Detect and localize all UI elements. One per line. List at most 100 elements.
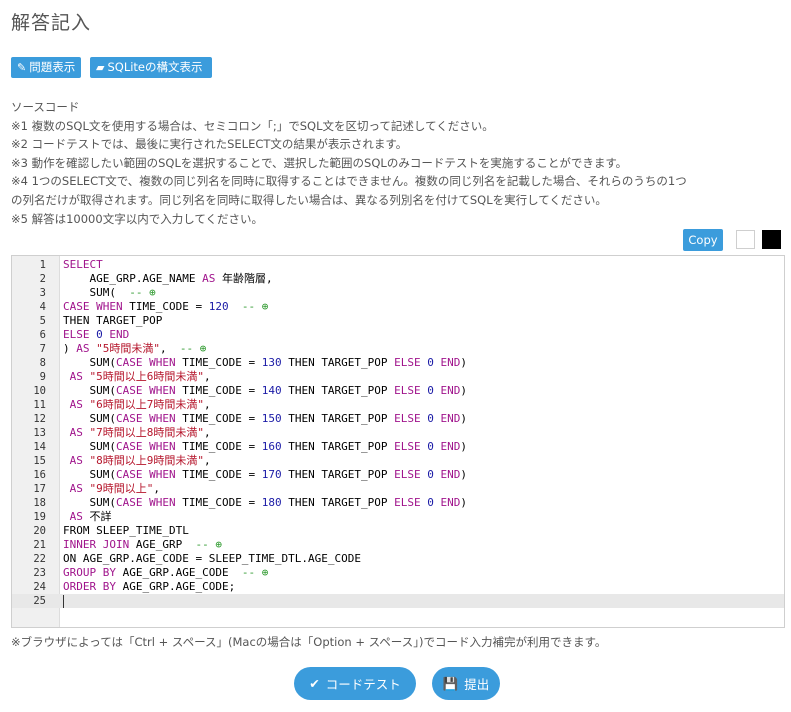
code-text[interactable]: AS 不詳 bbox=[63, 510, 112, 524]
code-text[interactable]: SUM(CASE WHEN TIME_CODE = 130 THEN TARGE… bbox=[63, 356, 467, 370]
code-line[interactable]: 5 THEN TARGET_POP bbox=[12, 314, 784, 328]
line-number: 14 bbox=[33, 441, 46, 453]
code-line[interactable]: 4 CASE WHEN TIME_CODE = 120 -- ⊕ bbox=[12, 300, 784, 314]
line-number: 24 bbox=[33, 581, 46, 593]
line-number: 17 bbox=[33, 483, 46, 495]
code-line[interactable]: 16 SUM(CASE WHEN TIME_CODE = 170 THEN TA… bbox=[12, 468, 784, 482]
line-number: 21 bbox=[33, 539, 46, 551]
line-number: 18 bbox=[33, 497, 46, 509]
source-notes: ソースコード ※1 複数のSQL文を使用する場合は、セミコロン「;」でSQL文を… bbox=[11, 98, 781, 228]
line-number: 4 bbox=[39, 301, 46, 313]
code-editor[interactable]: 1 SELECT 2 AGE_GRP.AGE_NAME AS 年齢階層, 3 SUM(… bbox=[11, 255, 785, 628]
code-text[interactable]: INNER JOIN AGE_GRP -- ⊕ bbox=[63, 538, 222, 552]
line-number: 9 bbox=[39, 371, 46, 383]
light-theme-swatch[interactable] bbox=[736, 230, 755, 249]
pencil-icon: ✎ bbox=[17, 61, 27, 74]
code-text[interactable]: SUM(CASE WHEN TIME_CODE = 160 THEN TARGE… bbox=[63, 440, 467, 454]
code-line[interactable]: 10 SUM(CASE WHEN TIME_CODE = 140 THEN TA… bbox=[12, 384, 784, 398]
line-number: 8 bbox=[39, 357, 46, 369]
code-text[interactable]: SUM(CASE WHEN TIME_CODE = 180 THEN TARGE… bbox=[63, 496, 467, 510]
note-item: ※3 動作を確認したい範囲のSQLを選択することで、選択した範囲のSQLのみコー… bbox=[11, 155, 628, 170]
show-problem-button[interactable]: ✎ 問題表示 bbox=[11, 57, 81, 78]
save-icon: 💾 bbox=[442, 675, 459, 691]
code-line[interactable]: 20 FROM SLEEP_TIME_DTL bbox=[12, 524, 784, 538]
line-number: 20 bbox=[33, 525, 46, 537]
line-number: 1 bbox=[39, 259, 46, 271]
line-number: 25 bbox=[33, 595, 46, 607]
code-text[interactable]: GROUP BY AGE_GRP.AGE_CODE -- ⊕ bbox=[63, 566, 268, 580]
notes-heading: ソースコード bbox=[11, 100, 80, 114]
copy-button[interactable]: Copy bbox=[683, 229, 723, 251]
code-line[interactable]: 3 SUM( -- ⊕ bbox=[12, 286, 784, 300]
code-lines[interactable]: 1 SELECT 2 AGE_GRP.AGE_NAME AS 年齢階層, 3 SUM(… bbox=[12, 258, 784, 608]
line-number: 13 bbox=[33, 427, 46, 439]
line-number: 7 bbox=[39, 343, 46, 355]
note-item: ※1 複数のSQL文を使用する場合は、セミコロン「;」でSQL文を区切って記述し… bbox=[11, 118, 494, 133]
code-text[interactable]: SUM(CASE WHEN TIME_CODE = 170 THEN TARGE… bbox=[63, 468, 467, 482]
code-line[interactable]: 11 AS "6時間以上7時間未満", bbox=[12, 398, 784, 412]
code-text[interactable]: ON AGE_GRP.AGE_CODE = SLEEP_TIME_DTL.AGE… bbox=[63, 552, 361, 566]
code-text[interactable]: FROM SLEEP_TIME_DTL bbox=[63, 524, 189, 538]
book-icon: ▰ bbox=[96, 61, 105, 74]
line-number: 12 bbox=[33, 413, 46, 425]
code-line[interactable]: 23 GROUP BY AGE_GRP.AGE_CODE -- ⊕ bbox=[12, 566, 784, 580]
code-line[interactable]: 9 AS "5時間以上6時間未満", bbox=[12, 370, 784, 384]
code-text[interactable]: AS "7時間以上8時間未満", bbox=[63, 426, 211, 440]
code-line[interactable]: 15 AS "8時間以上9時間未満", bbox=[12, 454, 784, 468]
note-item: ※5 解答は10000文字以内で入力してください。 bbox=[11, 211, 263, 226]
show-syntax-label: SQLiteの構文表示 bbox=[107, 60, 203, 74]
code-text[interactable]: CASE WHEN TIME_CODE = 120 -- ⊕ bbox=[63, 300, 268, 314]
code-line[interactable]: 2 AGE_GRP.AGE_NAME AS 年齢階層, bbox=[12, 272, 784, 286]
code-line[interactable]: 13 AS "7時間以上8時間未満", bbox=[12, 426, 784, 440]
code-line[interactable]: 19 AS 不詳 bbox=[12, 510, 784, 524]
code-line[interactable]: 22 ON AGE_GRP.AGE_CODE = SLEEP_TIME_DTL.A… bbox=[12, 552, 784, 566]
line-number: 5 bbox=[39, 315, 46, 327]
code-text[interactable]: AS "6時間以上7時間未満", bbox=[63, 398, 211, 412]
line-number: 6 bbox=[39, 329, 46, 341]
dark-theme-swatch[interactable] bbox=[762, 230, 781, 249]
note-item: ※4 1つのSELECT文で、複数の同じ列名を同時に取得することはできません。複… bbox=[11, 174, 687, 189]
show-syntax-button[interactable]: ▰ SQLiteの構文表示 bbox=[90, 57, 212, 78]
code-text[interactable]: ORDER BY AGE_GRP.AGE_CODE; bbox=[63, 580, 235, 594]
code-test-button[interactable]: ✔ コードテスト bbox=[294, 667, 416, 700]
code-text[interactable]: SUM(CASE WHEN TIME_CODE = 150 THEN TARGE… bbox=[63, 412, 467, 426]
code-line[interactable]: 17 AS "9時間以上", bbox=[12, 482, 784, 496]
line-number: 16 bbox=[33, 469, 46, 481]
code-text[interactable]: AGE_GRP.AGE_NAME AS 年齢階層, bbox=[63, 272, 272, 286]
line-number: 10 bbox=[33, 385, 46, 397]
code-line[interactable]: 12 SUM(CASE WHEN TIME_CODE = 150 THEN TA… bbox=[12, 412, 784, 426]
code-text[interactable]: SELECT bbox=[63, 258, 103, 272]
code-line[interactable]: 6 ELSE 0 END bbox=[12, 328, 784, 342]
code-text[interactable] bbox=[63, 594, 64, 608]
code-line[interactable]: 24 ORDER BY AGE_GRP.AGE_CODE; bbox=[12, 580, 784, 594]
line-number: 15 bbox=[33, 455, 46, 467]
line-number: 19 bbox=[33, 511, 46, 523]
code-text[interactable]: SUM(CASE WHEN TIME_CODE = 140 THEN TARGE… bbox=[63, 384, 467, 398]
submit-label: 提出 bbox=[464, 677, 490, 692]
code-text[interactable]: ELSE 0 END bbox=[63, 328, 129, 342]
note-item: の列名だけが取得されます。同じ列名を同時に取得したい場合は、異なる列別名を付けて… bbox=[11, 192, 607, 207]
line-number: 23 bbox=[33, 567, 46, 579]
text-cursor bbox=[63, 594, 64, 608]
code-text[interactable]: THEN TARGET_POP bbox=[63, 314, 162, 328]
note-item: ※2 コードテストでは、最後に実行されたSELECT文の結果が表示されます。 bbox=[11, 137, 408, 152]
code-text[interactable]: SUM( -- ⊕ bbox=[63, 286, 155, 300]
code-text[interactable]: AS "8時間以上9時間未満", bbox=[63, 454, 211, 468]
code-line[interactable]: 14 SUM(CASE WHEN TIME_CODE = 160 THEN TA… bbox=[12, 440, 784, 454]
code-line[interactable]: 25 bbox=[12, 594, 784, 608]
code-line[interactable]: 21 INNER JOIN AGE_GRP -- ⊕ bbox=[12, 538, 784, 552]
code-line[interactable]: 8 SUM(CASE WHEN TIME_CODE = 130 THEN TAR… bbox=[12, 356, 784, 370]
code-test-label: コードテスト bbox=[325, 677, 401, 692]
code-line[interactable]: 1 SELECT bbox=[12, 258, 784, 272]
code-text[interactable]: ) AS "5時間未満", -- ⊕ bbox=[63, 342, 206, 356]
line-number: 11 bbox=[33, 399, 46, 411]
code-line[interactable]: 7 ) AS "5時間未満", -- ⊕ bbox=[12, 342, 784, 356]
code-text[interactable]: AS "9時間以上", bbox=[63, 482, 160, 496]
line-number: 2 bbox=[39, 273, 46, 285]
line-number: 3 bbox=[39, 287, 46, 299]
submit-button[interactable]: 💾 提出 bbox=[432, 667, 500, 700]
code-text[interactable]: AS "5時間以上6時間未満", bbox=[63, 370, 211, 384]
check-icon: ✔ bbox=[309, 676, 320, 691]
code-line[interactable]: 18 SUM(CASE WHEN TIME_CODE = 180 THEN TA… bbox=[12, 496, 784, 510]
page-title: 解答記入 bbox=[11, 12, 92, 34]
